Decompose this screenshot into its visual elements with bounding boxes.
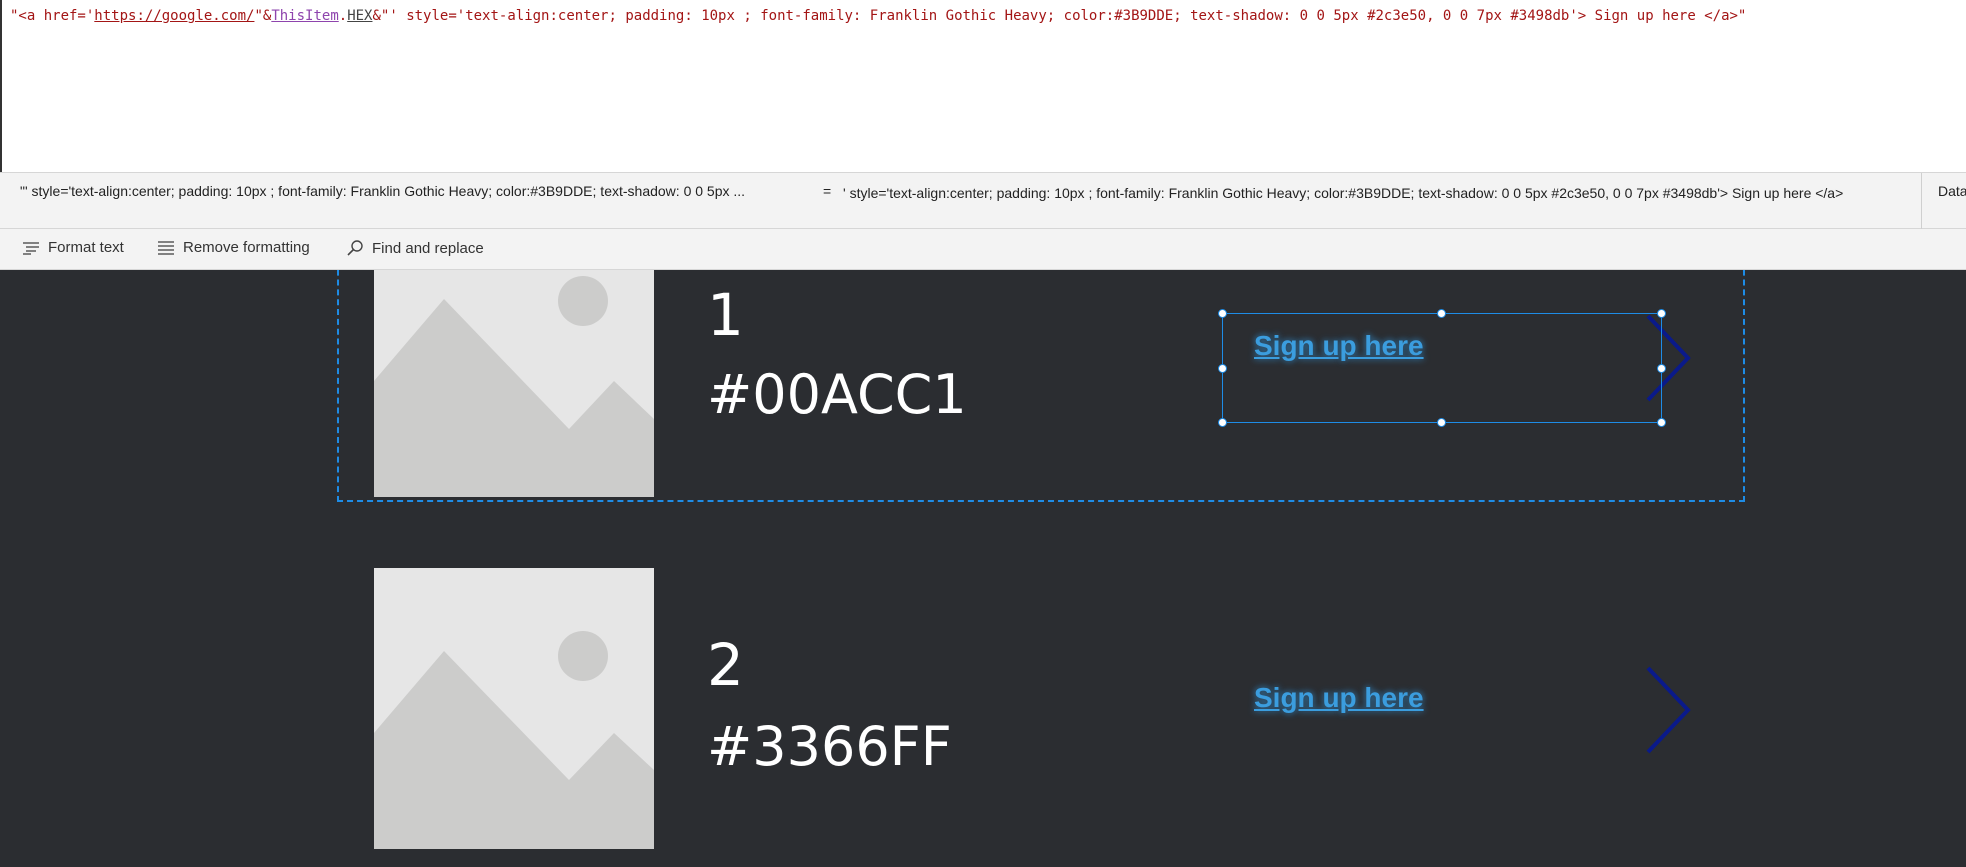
resize-handle-top-right[interactable]	[1657, 309, 1666, 318]
selected-control-box[interactable]	[1222, 313, 1662, 423]
result-value: ' style='text-align:center; padding: 10p…	[843, 185, 1844, 201]
sign-up-link[interactable]: Sign up here	[1254, 682, 1424, 714]
item-hex: #00ACC1	[707, 363, 967, 426]
result-data-type[interactable]: Data	[1938, 183, 1966, 199]
resize-handle-bottom[interactable]	[1437, 418, 1446, 427]
resize-handle-left[interactable]	[1218, 364, 1227, 373]
formula-identifier: ThisItem	[271, 8, 339, 24]
remove-formatting-label: Remove formatting	[183, 239, 310, 256]
formula-editor[interactable]: "<a href='https://google.com/"&ThisItem.…	[0, 0, 1966, 172]
image-placeholder-icon	[374, 568, 654, 849]
image-placeholder-icon	[374, 270, 654, 550]
formula-property: HEX	[347, 8, 373, 24]
result-expression: "' style='text-align:center; padding: 10…	[20, 183, 746, 199]
formula-string: "<a href='	[10, 8, 95, 24]
resize-handle-bottom-right[interactable]	[1657, 418, 1666, 427]
formula-dot: .	[338, 8, 348, 24]
format-text-icon	[22, 241, 40, 255]
result-divider	[1921, 173, 1922, 229]
resize-handle-right[interactable]	[1657, 364, 1666, 373]
remove-formatting-button[interactable]: Remove formatting	[157, 239, 310, 256]
formula-text[interactable]: "<a href='https://google.com/"&ThisItem.…	[10, 8, 1746, 24]
format-text-label: Format text	[48, 239, 124, 256]
find-replace-label: Find and replace	[372, 239, 484, 257]
formula-url: https://google.com/	[94, 8, 255, 24]
result-equals: =	[823, 183, 832, 199]
resize-handle-top[interactable]	[1437, 309, 1446, 318]
formula-toolbar: Format text Remove formatting Find and r…	[0, 229, 1966, 270]
resize-handle-bottom-left[interactable]	[1218, 418, 1227, 427]
resize-handle-top-left[interactable]	[1218, 309, 1227, 318]
item-number: 1	[707, 281, 744, 349]
format-text-button[interactable]: Format text	[22, 239, 124, 256]
formula-result-strip: "' style='text-align:center; padding: 10…	[0, 172, 1966, 229]
item-hex: #3366FF	[707, 715, 952, 778]
find-replace-icon	[346, 239, 364, 257]
gallery: 1 #00ACC1 Sign up here 2 #3366FF Sign up…	[0, 270, 1966, 867]
chevron-right-icon[interactable]	[1644, 665, 1694, 755]
formula-string: &"' style='text-align:center; padding: 1…	[372, 8, 1747, 24]
formula-string: "&	[254, 8, 272, 24]
remove-formatting-icon	[157, 240, 175, 255]
item-number: 2	[707, 631, 744, 699]
find-replace-button[interactable]: Find and replace	[346, 239, 484, 257]
